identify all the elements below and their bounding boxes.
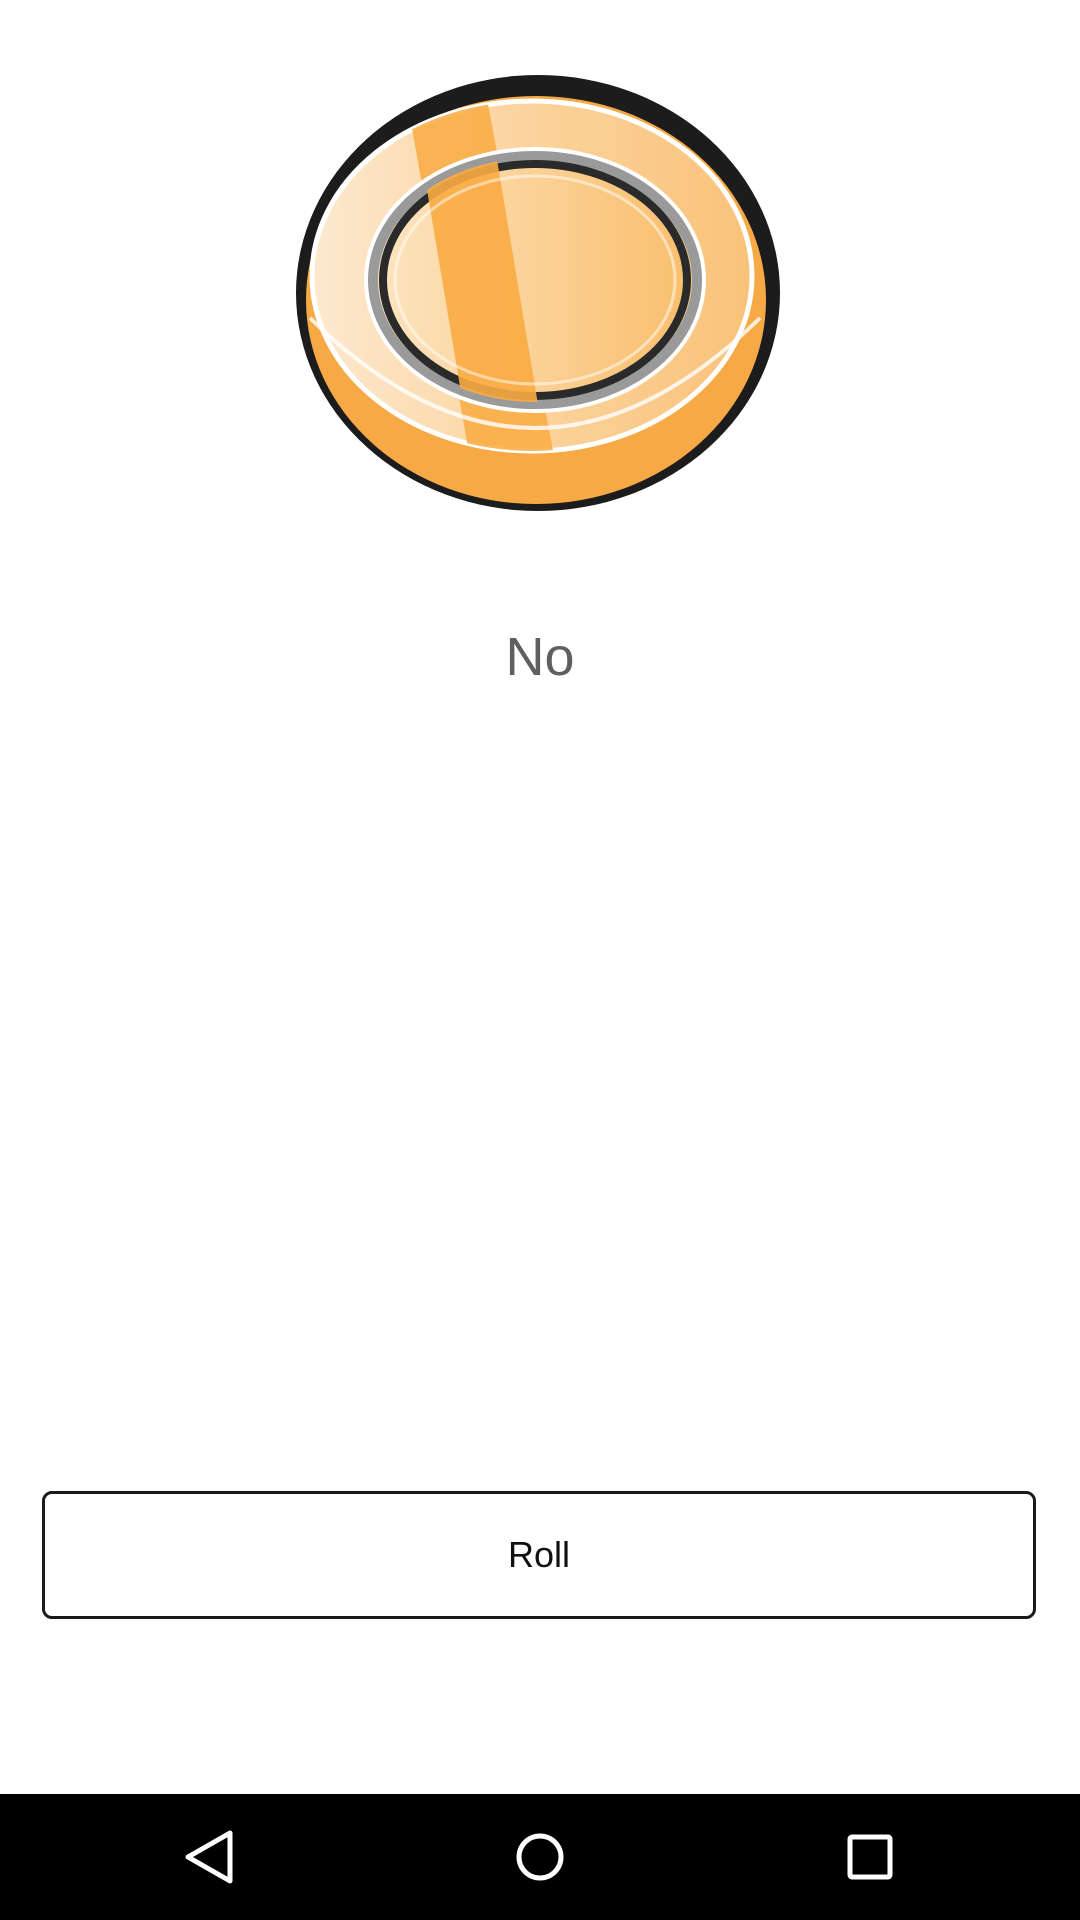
coin-icon xyxy=(296,75,780,511)
nav-back-button[interactable] xyxy=(165,1812,255,1902)
home-icon xyxy=(516,1833,564,1881)
app-screen: No Roll xyxy=(0,0,1080,1920)
roll-button-label: Roll xyxy=(507,1534,570,1575)
coin-image xyxy=(290,68,790,518)
nav-home-button[interactable] xyxy=(495,1812,585,1902)
roll-button[interactable]: Roll xyxy=(42,1491,1036,1619)
result-text: No xyxy=(505,627,575,687)
recents-icon xyxy=(847,1834,893,1880)
back-icon xyxy=(185,1830,233,1884)
nav-recents-button[interactable] xyxy=(825,1812,915,1902)
navigation-bar xyxy=(0,1794,1080,1920)
